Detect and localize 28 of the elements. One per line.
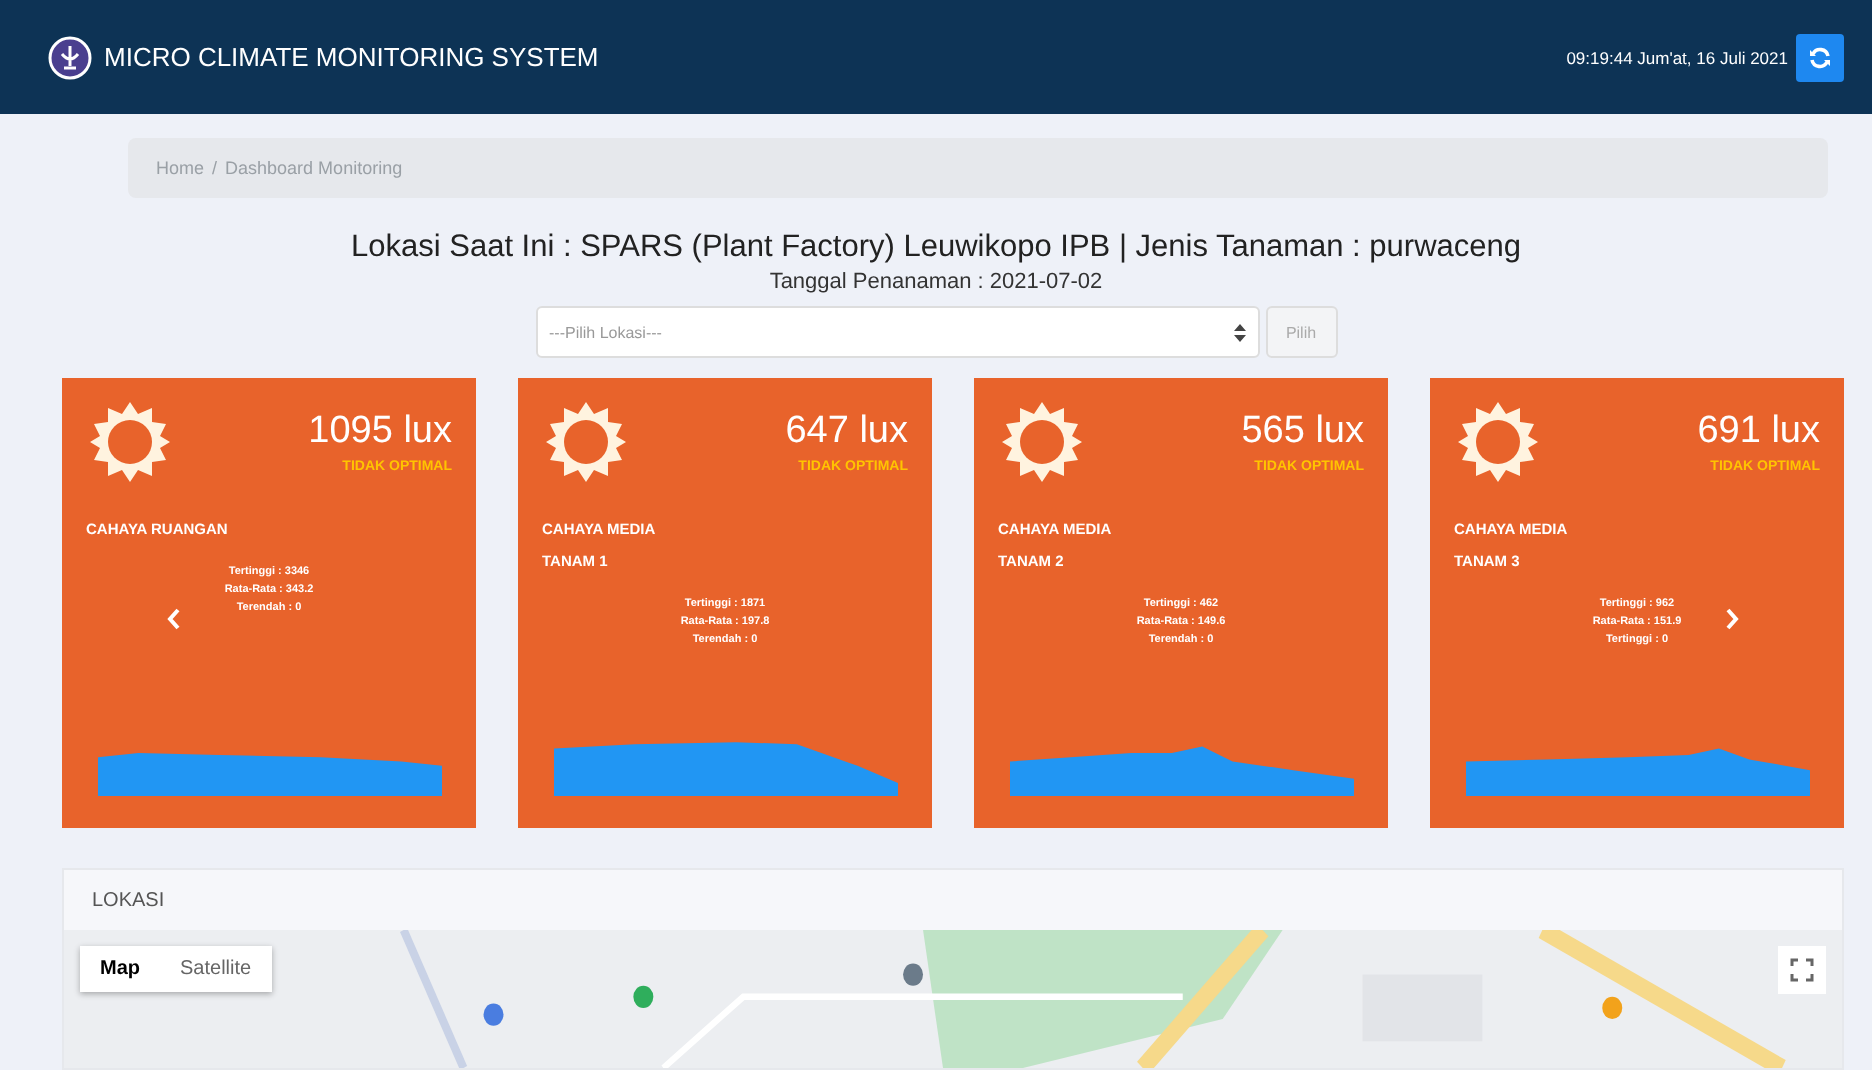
location-heading: Lokasi Saat Ini : SPARS (Plant Factory) Leuwikopo IPB | Jenis Tanaman : purwaceng bbox=[351, 230, 1521, 266]
map-type-tab[interactable]: Satellite bbox=[160, 946, 272, 992]
choose-button[interactable]: Pilih bbox=[1265, 306, 1337, 358]
sun-icon bbox=[542, 398, 630, 486]
select-value: ---Pilih Lokasi--- bbox=[549, 323, 662, 341]
sun-icon bbox=[998, 398, 1086, 486]
refresh-icon bbox=[1808, 45, 1832, 69]
sensor-value: 565 lux bbox=[1241, 410, 1364, 454]
breadcrumb-separator: / bbox=[212, 158, 218, 178]
refresh-button[interactable] bbox=[1796, 33, 1844, 81]
sun-icon bbox=[1454, 398, 1542, 486]
app-title: MICRO CLIMATE MONITORING SYSTEM bbox=[104, 42, 599, 72]
logo-icon bbox=[48, 35, 92, 79]
sensor-value: 1095 lux bbox=[308, 410, 452, 454]
breadcrumb-item[interactable]: Home bbox=[156, 158, 205, 178]
sensor-value: 691 lux bbox=[1697, 410, 1820, 454]
next-icon[interactable] bbox=[1726, 608, 1740, 630]
panel-title: LOKASI bbox=[92, 889, 165, 911]
sort-arrows-icon bbox=[1233, 323, 1245, 341]
breadcrumb-item: Dashboard Monitoring bbox=[225, 158, 403, 178]
sun-icon bbox=[86, 398, 174, 486]
date-time: 09:19:44 Jum'at, 16 Juli 2021 bbox=[1566, 47, 1788, 67]
fullscreen-icon[interactable] bbox=[1778, 946, 1826, 994]
planting-date: Tanggal Penanaman : 2021-07-02 bbox=[769, 270, 1103, 294]
sensor-value: 647 lux bbox=[785, 410, 908, 454]
previous-icon[interactable] bbox=[166, 608, 180, 630]
map-type-tab[interactable]: Map bbox=[80, 946, 160, 992]
location-select[interactable]: ---Pilih Lokasi--- bbox=[535, 306, 1259, 358]
